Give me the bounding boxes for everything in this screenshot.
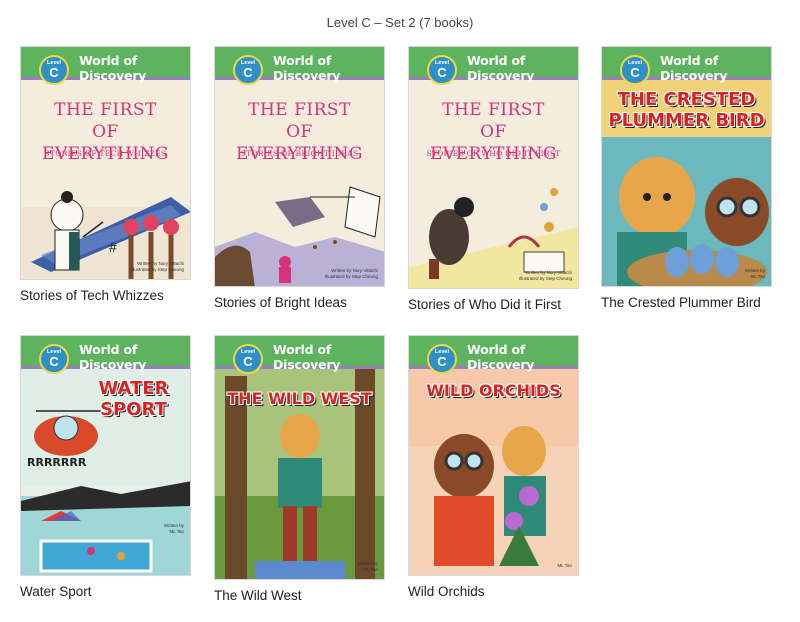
book-title[interactable]: Stories of Who Did it First [408, 297, 580, 312]
level-badge: Level C [39, 344, 69, 374]
book-cover[interactable]: World of Discovery Level C WATER SPORT R… [20, 335, 191, 576]
cover-subtitle: STORIES OF WHO DID IT FIRST [426, 149, 561, 158]
page-title: Level C – Set 2 (7 books) [326, 15, 474, 30]
series-name: World of Discovery [79, 53, 147, 83]
level-badge: Level C [427, 344, 457, 374]
series-name: World of Discovery [467, 53, 535, 83]
cover-subtitle: STORIES OF TECH WHIZZES [44, 149, 167, 158]
level-badge: Level C [233, 344, 263, 374]
cover-title: THE CRESTED PLUMMER BIRD [608, 89, 765, 131]
book-card[interactable]: World of Discovery Level C THE FIRST OF … [408, 46, 580, 312]
book-card[interactable]: World of Discovery Level C WILD ORCHIDS … [408, 335, 580, 599]
book-cover[interactable]: World of Discovery Level C THE FIRST OF … [408, 46, 579, 289]
book-card[interactable]: # World of Discovery Level C THE FIRST O… [20, 46, 192, 303]
series-name: World of Discovery [273, 342, 341, 372]
book-card[interactable]: World of Discovery Level C THE WILD WEST… [214, 335, 386, 603]
cover-title: WATER SPORT [98, 378, 169, 420]
cover-credits: Written by ML Tan [357, 561, 378, 572]
series-name: World of Discovery [79, 342, 147, 372]
book-card[interactable]: World of Discovery Level C THE CRESTED P… [601, 46, 773, 310]
cover-illustration [215, 366, 384, 579]
book-cover[interactable]: World of Discovery Level C WILD ORCHIDS … [408, 335, 579, 576]
series-name: World of Discovery [273, 53, 341, 83]
book-cover[interactable]: # World of Discovery Level C THE FIRST O… [20, 46, 191, 280]
level-badge: Level C [233, 55, 263, 85]
book-cover[interactable]: World of Discovery Level C THE FIRST OF … [214, 46, 385, 287]
cover-credits: Written by ML Tan [163, 523, 184, 534]
book-title[interactable]: The Wild West [214, 588, 386, 603]
book-card[interactable]: World of Discovery Level C WATER SPORT R… [20, 335, 192, 599]
book-title[interactable]: Stories of Tech Whizzes [20, 288, 192, 303]
cover-credits: Written by Nury Vittachi Illustrated by S… [130, 261, 184, 272]
book-card[interactable]: World of Discovery Level C THE FIRST OF … [214, 46, 386, 310]
level-badge: Level C [620, 55, 650, 85]
sound-effect: RRRRRRR [27, 456, 87, 469]
level-badge: Level C [427, 55, 457, 85]
book-cover[interactable]: World of Discovery Level C THE WILD WEST… [214, 335, 385, 580]
level-badge: Level C [39, 55, 69, 85]
cover-credits: ML Tan [557, 563, 572, 568]
series-name: World of Discovery [467, 342, 535, 372]
cover-title: WILD ORCHIDS [426, 381, 561, 400]
cover-title: THE WILD WEST [227, 389, 372, 408]
svg-text:#: # [109, 239, 117, 255]
cover-subtitle: STORIES OF BRIGHT IDEAS [240, 149, 359, 158]
book-title[interactable]: The Crested Plummer Bird [601, 295, 773, 310]
book-title[interactable]: Water Sport [20, 584, 192, 599]
cover-credits: Written by Nury Vittachi Illustrated by S… [324, 268, 378, 279]
cover-credits: Written by ML Tan [744, 268, 765, 279]
book-cover[interactable]: World of Discovery Level C THE CRESTED P… [601, 46, 772, 287]
series-name: World of Discovery [660, 53, 728, 83]
cover-credits: Written by Nury Vittachi Illustrated by S… [518, 270, 572, 281]
book-title[interactable]: Wild Orchids [408, 584, 580, 599]
book-title[interactable]: Stories of Bright Ideas [214, 295, 386, 310]
